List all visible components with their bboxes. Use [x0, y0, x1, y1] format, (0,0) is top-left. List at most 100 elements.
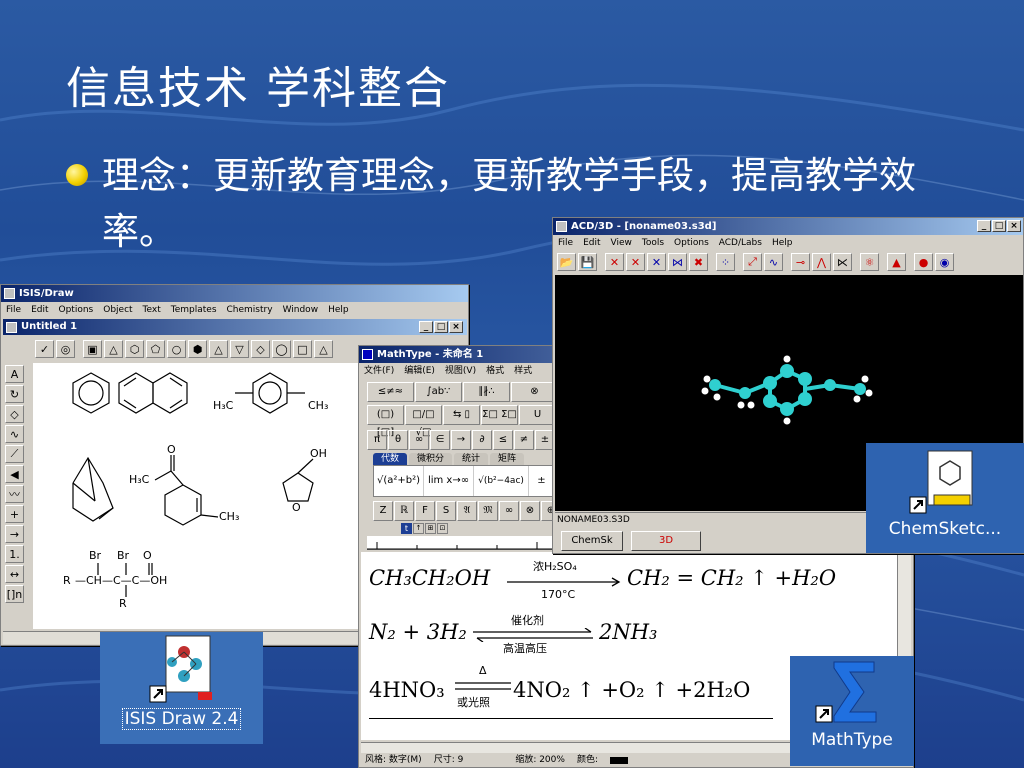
- color-icon[interactable]: ●: [914, 253, 933, 271]
- dots-icon[interactable]: ⁘: [716, 253, 735, 271]
- maximize-button[interactable]: □: [434, 321, 448, 333]
- mt-sum-palette[interactable]: Σ□ Σ□: [481, 405, 518, 425]
- mt-otimes-button[interactable]: ⊗: [520, 501, 540, 521]
- acd-close-button[interactable]: ×: [1007, 220, 1021, 232]
- mt-infinity2-button[interactable]: ∞: [499, 501, 519, 521]
- mt-r-button[interactable]: ℝ: [394, 501, 414, 521]
- stick-model-icon[interactable]: ✕: [626, 253, 645, 271]
- mt-element-button[interactable]: ∈: [430, 430, 450, 450]
- charge-tool-icon[interactable]: +: [5, 505, 24, 523]
- mt-tab-algebra[interactable]: 代数: [373, 453, 408, 465]
- lasso-tool-icon[interactable]: ◎: [56, 340, 75, 358]
- angle-measure-icon[interactable]: ⋀: [812, 253, 831, 271]
- acd-menu-tools[interactable]: Tools: [642, 238, 664, 248]
- mt-tab-statistics[interactable]: 统计: [454, 453, 489, 465]
- menu-options[interactable]: Options: [59, 305, 94, 315]
- mt-tab-matrix[interactable]: 矩阵: [490, 453, 525, 465]
- ball-stick-icon[interactable]: ✕: [647, 253, 666, 271]
- bond-length-icon[interactable]: ⤢: [743, 253, 762, 271]
- triangle-icon[interactable]: △: [209, 340, 228, 358]
- isis-doc-title-bar[interactable]: Untitled 1 _ □ ×: [3, 319, 467, 335]
- pentagon-icon[interactable]: ⬠: [146, 340, 165, 358]
- mt-leq-button[interactable]: ≤: [493, 430, 513, 450]
- acd3d-title-bar[interactable]: ACD/3D - [noname03.s3d] _ □ ×: [553, 218, 1023, 235]
- mt-frak-a-button[interactable]: 𝔄: [457, 501, 477, 521]
- mt-pythag-template[interactable]: √(a²+b²): [374, 466, 424, 496]
- wedge-tool-icon[interactable]: ∿: [5, 425, 24, 443]
- chemsketch-tab-button[interactable]: ChemSk: [561, 531, 623, 551]
- torsion-icon[interactable]: ⋉: [833, 253, 852, 271]
- save-file-icon[interactable]: 💾: [578, 253, 597, 271]
- acd-menu-options[interactable]: Options: [674, 238, 709, 248]
- menu-templates[interactable]: Templates: [171, 305, 217, 315]
- down-triangle-icon[interactable]: ▽: [230, 340, 249, 358]
- surface-icon[interactable]: ▲: [887, 253, 906, 271]
- menu-window[interactable]: Window: [283, 305, 319, 315]
- close-button[interactable]: ×: [449, 321, 463, 333]
- chemsketch-desktop-icon[interactable]: ChemSketc...: [866, 443, 1024, 553]
- hexagon-icon[interactable]: ⬡: [125, 340, 144, 358]
- mt-discriminant-template[interactable]: √(b²−4ac): [474, 466, 529, 496]
- mt-menu-style[interactable]: 样式: [514, 366, 532, 376]
- menu-object[interactable]: Object: [103, 305, 132, 315]
- ring7-icon[interactable]: ○: [167, 340, 186, 358]
- cyclopropane-icon[interactable]: △: [104, 340, 123, 358]
- bond-angle-icon[interactable]: ∿: [764, 253, 783, 271]
- mt-f-button[interactable]: F: [415, 501, 435, 521]
- ball-model-icon[interactable]: ⋈: [668, 253, 687, 271]
- render-icon[interactable]: ◉: [935, 253, 954, 271]
- menu-file[interactable]: File: [6, 305, 21, 315]
- rotate-tool-icon[interactable]: ↻: [5, 385, 24, 403]
- menu-text[interactable]: Text: [143, 305, 161, 315]
- triangle2-icon[interactable]: △: [314, 340, 333, 358]
- heptagon-icon[interactable]: ◯: [272, 340, 291, 358]
- mt-operators-palette[interactable]: ∥∦∴: [463, 382, 510, 402]
- number-tool-icon[interactable]: 1.: [5, 545, 24, 563]
- spacefill-icon[interactable]: ✖: [689, 253, 708, 271]
- 3d-tab-button[interactable]: 3D: [631, 531, 701, 551]
- mt-fraction-palette[interactable]: □/□ √□: [405, 405, 442, 438]
- acd-menu-help[interactable]: Help: [772, 238, 793, 248]
- mt-s-button[interactable]: S: [436, 501, 456, 521]
- mt-infinity-button[interactable]: ∞: [409, 430, 429, 450]
- mt-t-icon[interactable]: t: [401, 523, 412, 534]
- mt-color-swatch[interactable]: [609, 757, 628, 764]
- menu-help[interactable]: Help: [328, 305, 349, 315]
- acd-menu-file[interactable]: File: [558, 238, 573, 248]
- mt-z-button[interactable]: Z: [373, 501, 393, 521]
- mt-pm-template[interactable]: ±: [529, 466, 554, 496]
- minimize-button[interactable]: _: [419, 321, 433, 333]
- mt-subscript-palette[interactable]: ⇆ ▯: [443, 405, 480, 425]
- open-file-icon[interactable]: 📂: [557, 253, 576, 271]
- square-icon[interactable]: □: [293, 340, 312, 358]
- menu-edit[interactable]: Edit: [31, 305, 48, 315]
- acd-maximize-button[interactable]: □: [992, 220, 1006, 232]
- molecule-icon[interactable]: ⚛: [860, 253, 879, 271]
- reaction-tool-icon[interactable]: ↔: [5, 565, 24, 583]
- mt-menu-format[interactable]: 格式: [486, 366, 504, 376]
- bond-tool-icon[interactable]: ⟋: [5, 445, 24, 463]
- mt-tool-2-icon[interactable]: ⊞: [425, 523, 436, 534]
- measure-icon[interactable]: ⊸: [791, 253, 810, 271]
- mt-menu-edit[interactable]: 编辑(E): [404, 366, 435, 376]
- acd-menu-acdlabs[interactable]: ACD/Labs: [719, 238, 762, 248]
- isis-draw-desktop-icon[interactable]: ISIS Draw 2.4: [100, 632, 263, 744]
- mt-spaces-palette[interactable]: ∫ab∵: [415, 382, 462, 402]
- acd-minimize-button[interactable]: _: [977, 220, 991, 232]
- arrow-tool-icon[interactable]: →: [5, 525, 24, 543]
- mt-tab-calculus[interactable]: 微积分: [409, 453, 453, 465]
- eraser-tool-icon[interactable]: ◇: [5, 405, 24, 423]
- acd-menu-view[interactable]: View: [611, 238, 632, 248]
- mathtype-desktop-icon[interactable]: MathType: [790, 656, 914, 766]
- mt-limit-template[interactable]: lim x→∞: [424, 466, 474, 496]
- mt-tool-3-icon[interactable]: ⊡: [437, 523, 448, 534]
- mt-theta-button[interactable]: θ: [388, 430, 408, 450]
- mt-partial-button[interactable]: ∂: [472, 430, 492, 450]
- mt-otimes-palette[interactable]: ⊗: [511, 382, 558, 402]
- diamond-icon[interactable]: ◇: [251, 340, 270, 358]
- mt-relations-palette[interactable]: ≤≠≈: [367, 382, 414, 402]
- mt-set-palette[interactable]: U: [519, 405, 556, 425]
- menu-chemistry[interactable]: Chemistry: [227, 305, 273, 315]
- template-icon[interactable]: ▣: [83, 340, 102, 358]
- isis-title-bar[interactable]: ISIS/Draw: [1, 285, 468, 302]
